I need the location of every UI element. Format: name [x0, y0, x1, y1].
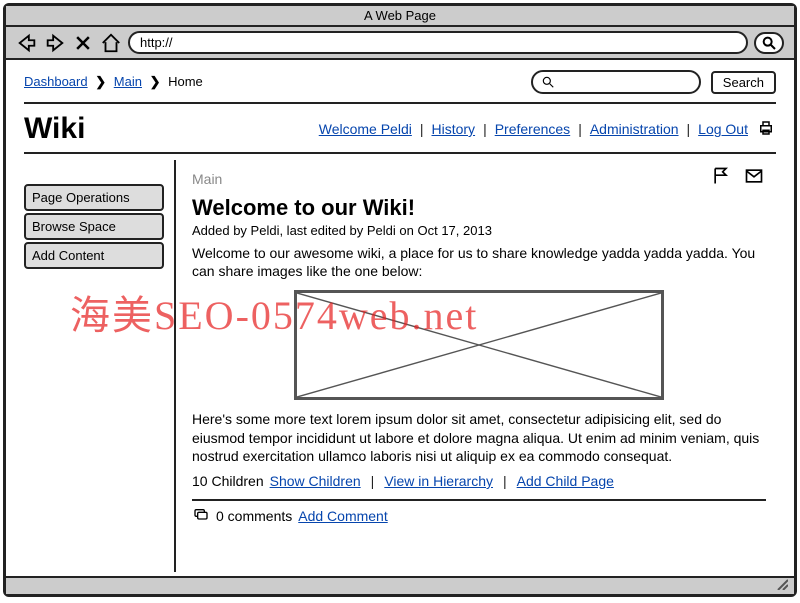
page-content: Dashboard ❯ Main ❯ Home Search Wiki Welc… [6, 60, 794, 576]
browser-window: A Web Page http:// Dashboard ❯ Main ❯ Ho… [3, 3, 797, 597]
window-title: A Web Page [6, 6, 794, 27]
top-nav: Welcome Peldi | History | Preferences | … [319, 119, 776, 140]
comment-icon [192, 507, 210, 526]
children-count: 10 Children [192, 473, 264, 489]
comments-row: 0 comments Add Comment [192, 499, 766, 526]
search-icon [541, 75, 555, 89]
chevron-right-icon: ❯ [95, 74, 106, 89]
stop-icon[interactable] [72, 32, 94, 54]
wiki-page: Main Welcome to our Wiki! Added by Peldi… [174, 160, 776, 572]
comments-count: 0 comments [216, 508, 292, 524]
back-icon[interactable] [16, 32, 38, 54]
crumb-dashboard[interactable]: Dashboard [24, 74, 88, 89]
image-placeholder [294, 290, 664, 400]
nav-history[interactable]: History [432, 121, 476, 137]
add-comment-link[interactable]: Add Comment [298, 508, 387, 524]
status-bar [6, 576, 794, 594]
print-icon[interactable] [756, 119, 776, 140]
nav-logout[interactable]: Log Out [698, 121, 748, 137]
forward-icon[interactable] [44, 32, 66, 54]
divider [24, 152, 776, 154]
mail-icon[interactable] [742, 166, 766, 191]
nav-preferences[interactable]: Preferences [495, 121, 570, 137]
toolbar-search-icon[interactable] [754, 32, 784, 54]
search-button[interactable]: Search [711, 71, 776, 94]
sidebar: Page Operations Browse Space Add Content [24, 160, 174, 572]
add-child-link[interactable]: Add Child Page [517, 473, 614, 489]
sidebar-page-operations[interactable]: Page Operations [24, 184, 164, 211]
crumb-home: Home [168, 74, 203, 89]
breadcrumb: Dashboard ❯ Main ❯ Home [24, 74, 203, 90]
lorem-text: Here's some more text lorem ipsum dolor … [192, 410, 766, 465]
crumb-main[interactable]: Main [114, 74, 142, 89]
home-icon[interactable] [100, 32, 122, 54]
children-row: 10 Children Show Children | View in Hier… [192, 473, 766, 489]
url-input[interactable]: http:// [128, 31, 748, 54]
browser-toolbar: http:// [6, 27, 794, 60]
page-byline: Added by Peldi, last edited by Peldi on … [192, 223, 766, 238]
divider [24, 102, 776, 104]
sidebar-add-content[interactable]: Add Content [24, 242, 164, 269]
nav-administration[interactable]: Administration [590, 121, 679, 137]
flag-icon[interactable] [710, 166, 732, 191]
page-title: Welcome to our Wiki! [192, 195, 766, 221]
view-hierarchy-link[interactable]: View in Hierarchy [384, 473, 493, 489]
resize-grip-icon[interactable] [776, 577, 788, 595]
sidebar-browse-space[interactable]: Browse Space [24, 213, 164, 240]
space-label: Main [192, 171, 222, 187]
show-children-link[interactable]: Show Children [270, 473, 361, 489]
search-input[interactable] [531, 70, 701, 94]
intro-text: Welcome to our awesome wiki, a place for… [192, 244, 766, 280]
nav-welcome[interactable]: Welcome Peldi [319, 121, 412, 137]
site-title: Wiki [24, 112, 85, 146]
chevron-right-icon: ❯ [150, 74, 161, 89]
